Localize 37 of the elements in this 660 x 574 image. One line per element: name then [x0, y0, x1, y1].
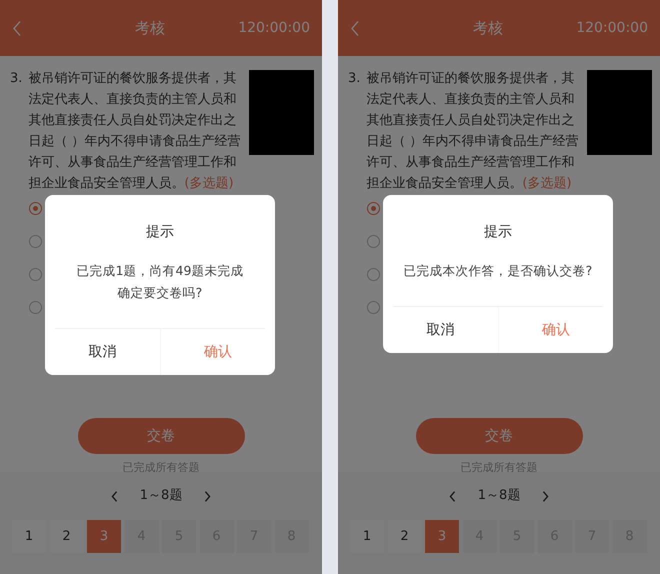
- countdown-timer: 120:00:00: [576, 18, 648, 38]
- dialog-title: 提示: [483, 223, 513, 242]
- question-text: 被吊销许可证的餐饮服务提供者，其法定代表人、直接负责的主管人员和其他直接责任人员自处罚决定作出之日起（ ）年内不得申请食品生产经营许可、从事食品生产经营管理工作和担企业食品安全管理人员。(多选题): [366, 70, 580, 193]
- submit-button[interactable]: 交卷: [416, 418, 582, 454]
- dialog-message: 已完成1题，尚有49题未完成: [76, 262, 244, 280]
- page-title: 考核: [472, 18, 504, 39]
- radio-button[interactable]: [367, 235, 380, 248]
- back-icon[interactable]: [12, 20, 22, 36]
- dialog-title: 提示: [145, 223, 175, 242]
- next-icon[interactable]: [204, 490, 212, 502]
- question-number: 3.: [10, 70, 22, 88]
- question-text: 被吊销许可证的餐饮服务提供者，其法定代表人、直接负责的主管人员和其他直接责任人员自处罚决定作出之日起（ ）年内不得申请食品生产经营许可、从事食品生产经营管理工作和担企业食品安全管理人员。(多选题): [28, 70, 242, 193]
- previous-icon[interactable]: [110, 490, 118, 502]
- question-range: 1～8题: [140, 487, 182, 506]
- cancel-button[interactable]: 取消: [383, 307, 498, 353]
- cancel-button[interactable]: 取消: [45, 329, 160, 375]
- submit-button[interactable]: 交卷: [78, 418, 244, 454]
- confirm-button[interactable]: 确认: [160, 329, 275, 375]
- back-icon[interactable]: [350, 20, 360, 36]
- confirm-button[interactable]: 确认: [498, 307, 613, 353]
- question-number-button[interactable]: 3: [87, 520, 121, 553]
- previous-icon[interactable]: [448, 490, 456, 502]
- radio-button[interactable]: [367, 202, 380, 215]
- radio-button[interactable]: [367, 301, 380, 314]
- question-number: 3.: [348, 70, 360, 88]
- dialog-message: 已完成本次作答，是否确认交卷?: [402, 262, 594, 280]
- radio-button[interactable]: [29, 202, 42, 215]
- radio-button[interactable]: [29, 268, 42, 281]
- question-number-button[interactable]: 3: [425, 520, 459, 553]
- page-title: 考核: [134, 18, 166, 39]
- dialog-message: 确定要交卷吗?: [116, 284, 204, 302]
- radio-button[interactable]: [367, 268, 380, 281]
- next-icon[interactable]: [542, 490, 550, 502]
- question-range: 1～8题: [478, 487, 520, 506]
- radio-button[interactable]: [29, 235, 42, 248]
- radio-button[interactable]: [29, 301, 42, 314]
- countdown-timer: 120:00:00: [238, 18, 310, 38]
